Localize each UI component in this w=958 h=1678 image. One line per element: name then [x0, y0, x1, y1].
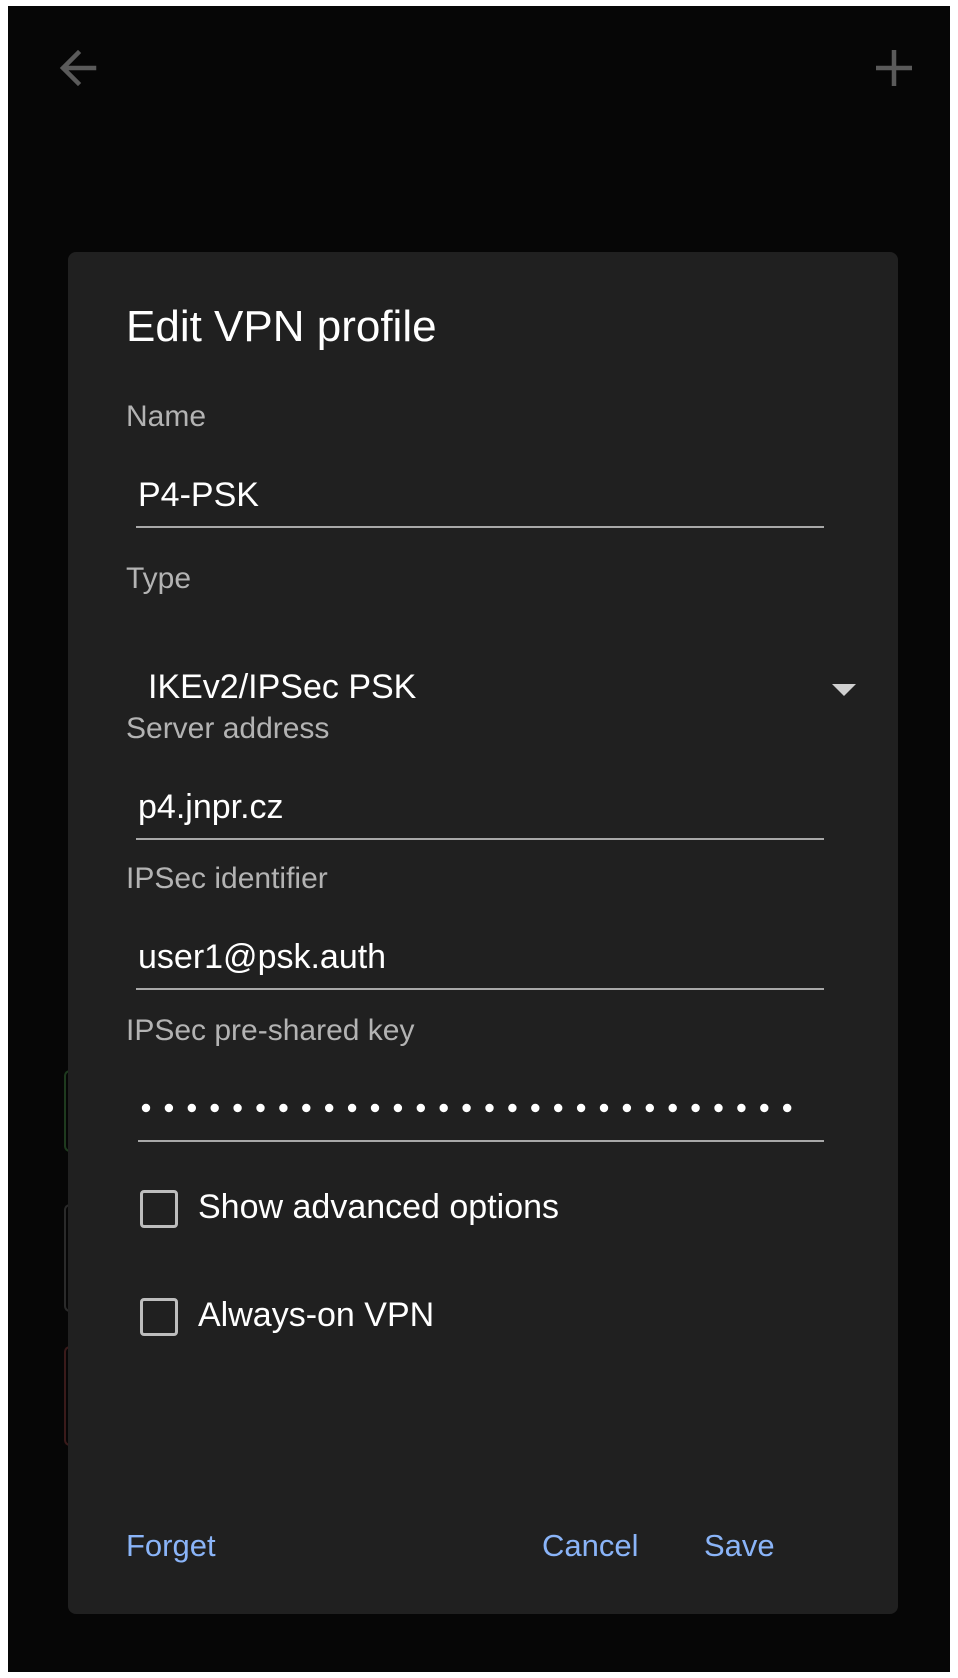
password-dot	[554, 1103, 563, 1113]
password-dot	[645, 1103, 654, 1113]
type-label: Type	[126, 562, 192, 595]
password-dot	[141, 1103, 151, 1113]
password-mask	[141, 1103, 792, 1113]
password-dot	[783, 1103, 792, 1113]
password-dot	[256, 1103, 265, 1113]
password-dot	[737, 1103, 746, 1113]
ipsec-identifier-label: IPSec identifier	[126, 862, 328, 895]
always-on-label: Always-on VPN	[198, 1296, 435, 1334]
password-dot	[279, 1103, 288, 1113]
edit-vpn-dialog: Edit VPN profile Name Type IKEv2/IPSec P…	[68, 252, 898, 1614]
password-dot	[439, 1103, 448, 1113]
password-dot	[210, 1103, 219, 1113]
password-dot	[508, 1103, 517, 1113]
ipsec-psk-label: IPSec pre-shared key	[126, 1014, 415, 1047]
arrow-left-icon[interactable]	[50, 40, 106, 96]
password-dot	[462, 1103, 471, 1113]
password-dot	[233, 1103, 242, 1113]
password-dot	[370, 1103, 380, 1113]
forget-button[interactable]: Forget	[122, 1522, 220, 1570]
ipsec-identifier-input[interactable]	[136, 926, 824, 990]
password-dot	[714, 1103, 723, 1113]
password-dot	[668, 1103, 677, 1113]
dropdown-arrow-icon	[832, 684, 856, 696]
name-label: Name	[126, 400, 207, 433]
password-dot	[416, 1103, 425, 1113]
server-address-label: Server address	[126, 712, 330, 745]
always-on-checkbox[interactable]	[140, 1298, 178, 1336]
plus-icon[interactable]	[866, 40, 922, 96]
show-advanced-label: Show advanced options	[198, 1188, 560, 1226]
password-dot	[760, 1103, 769, 1113]
show-advanced-checkbox-row[interactable]: Show advanced options	[140, 1178, 780, 1242]
dialog-title: Edit VPN profile	[126, 302, 437, 351]
server-address-input[interactable]	[136, 776, 824, 840]
password-dot	[691, 1103, 700, 1113]
password-dot	[599, 1103, 609, 1113]
password-dot	[302, 1103, 311, 1113]
password-dot	[164, 1103, 174, 1113]
password-dot	[325, 1103, 334, 1113]
password-dot	[393, 1103, 403, 1113]
screen: Edit VPN profile Name Type IKEv2/IPSec P…	[8, 6, 950, 1672]
ipsec-psk-input[interactable]	[138, 1078, 824, 1142]
always-on-checkbox-row[interactable]: Always-on VPN	[140, 1286, 780, 1350]
password-dot	[531, 1103, 540, 1113]
password-dot	[187, 1103, 196, 1113]
save-button[interactable]: Save	[700, 1522, 779, 1570]
password-dot	[622, 1103, 632, 1113]
show-advanced-checkbox[interactable]	[140, 1190, 178, 1228]
cancel-button[interactable]: Cancel	[538, 1522, 643, 1570]
type-select-value: IKEv2/IPSec PSK	[148, 668, 417, 706]
name-input[interactable]	[136, 464, 824, 528]
password-dot	[485, 1103, 494, 1113]
password-dot	[347, 1103, 357, 1113]
password-dot	[576, 1103, 586, 1113]
